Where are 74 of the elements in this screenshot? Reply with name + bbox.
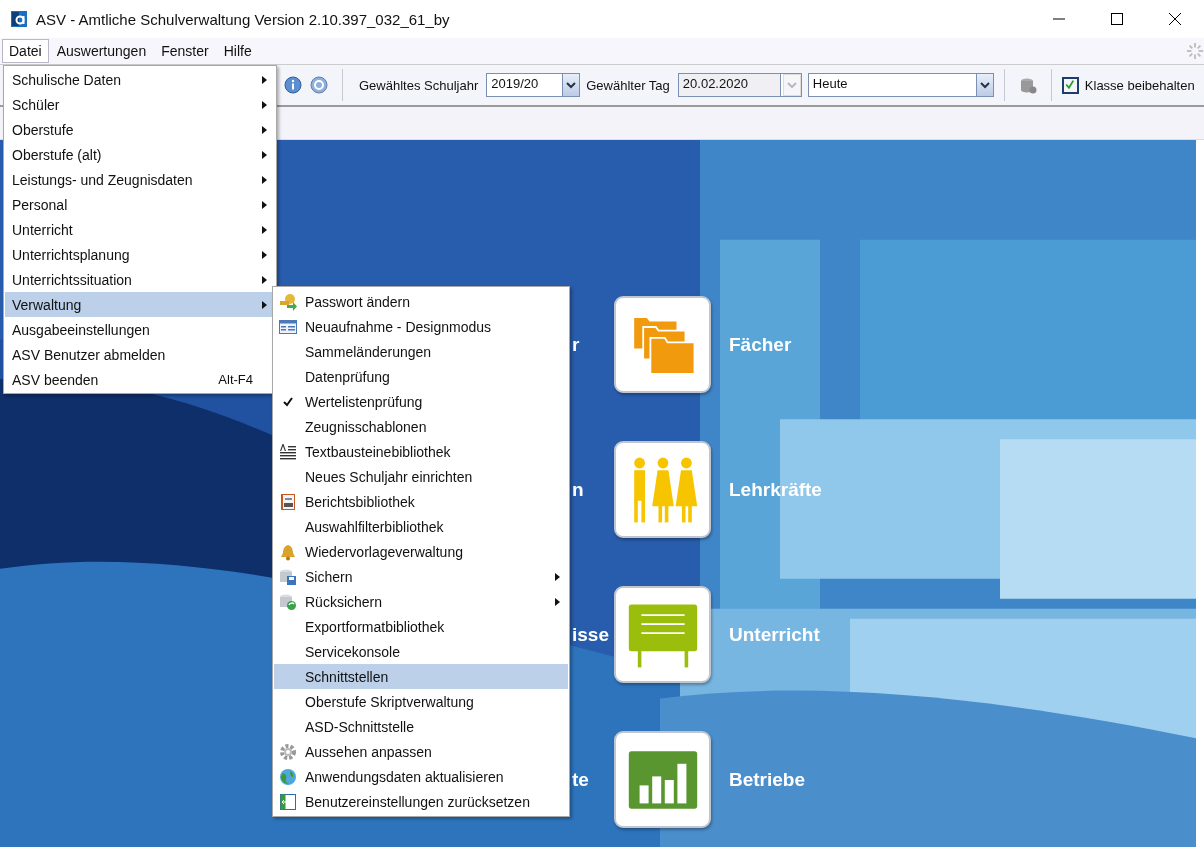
menu-item[interactable]: Auswertungen: [49, 39, 154, 63]
tile-label: Unterricht: [729, 623, 820, 646]
schuljahr-label: Gewähltes Schuljahr: [359, 77, 479, 93]
tile-button[interactable]: [614, 586, 711, 683]
key-icon: [279, 292, 297, 311]
check-icon: [283, 396, 293, 407]
menu-item[interactable]: Hilfe: [216, 39, 259, 63]
menu-item[interactable]: Oberstufe (alt): [5, 142, 275, 167]
menu-item[interactable]: Unterricht: [5, 217, 275, 242]
menu-item[interactable]: Fenster: [154, 39, 216, 63]
tile-label: Lehrkräfte: [729, 478, 822, 501]
menu-item[interactable]: Passwort ändern: [274, 289, 568, 314]
menu-item[interactable]: Datei: [2, 39, 49, 63]
spinner-icon: [1186, 42, 1204, 60]
menu-item[interactable]: Neues Schuljahr einrichten: [274, 464, 568, 489]
menu-item[interactable]: Sammeländerungen: [274, 339, 568, 364]
menu-item[interactable]: Sichern: [274, 564, 568, 589]
menu-item[interactable]: Servicekonsole: [274, 639, 568, 664]
window-title: ASV - Amtliche Schulverwaltung Version 2.10.397_032_61_by: [36, 10, 450, 28]
menu-item[interactable]: Schnittstellen: [274, 664, 568, 689]
tile-label: isse: [572, 623, 610, 646]
menu-item[interactable]: Schüler: [5, 92, 275, 117]
menu-item[interactable]: Schulische Daten: [5, 67, 275, 92]
bell-icon: [279, 542, 297, 561]
menu-item[interactable]: Oberstufe: [5, 117, 275, 142]
tile-label: r: [572, 333, 581, 356]
maximize-icon[interactable]: [1111, 13, 1123, 25]
menu-item[interactable]: Berichtsbibliothek: [274, 489, 568, 514]
tag-label: Gewählter Tag: [586, 77, 670, 93]
menu-item[interactable]: Verwaltung: [5, 292, 275, 317]
menu-item[interactable]: Zeugnisschablonen: [274, 414, 568, 439]
close-icon[interactable]: [1169, 13, 1181, 25]
menu-item[interactable]: Wiedervorlageverwaltung: [274, 539, 568, 564]
menu-item[interactable]: Benutzereinstellungen zurücksetzen: [274, 789, 568, 814]
info-icon[interactable]: [284, 76, 302, 94]
schuljahr-dropdown[interactable]: 2019/20: [486, 73, 581, 97]
menu-item[interactable]: Oberstufe Skriptverwaltung: [274, 689, 568, 714]
menu-item[interactable]: Wertelistenprüfung: [274, 389, 568, 414]
text-lines-icon: [279, 442, 297, 461]
disk-icon: [279, 567, 297, 586]
globe-icon: [279, 767, 297, 786]
tile-label: te: [572, 768, 590, 791]
klasse-checkbox[interactable]: Klasse beibehalten: [1061, 76, 1195, 94]
menu-item[interactable]: Personal: [5, 192, 275, 217]
tile-button[interactable]: [614, 731, 711, 828]
menu-item[interactable]: Neuaufnahme - Designmodus: [274, 314, 568, 339]
restore-icon: [279, 592, 297, 611]
menu-item[interactable]: Leistungs- und Zeugnisdaten: [5, 167, 275, 192]
app-logo-icon: [11, 11, 27, 27]
menu-item[interactable]: ASV Benutzer abmelden: [5, 342, 275, 367]
database-icon[interactable]: [1018, 76, 1037, 94]
menu-item[interactable]: ASD-Schnittstelle: [274, 714, 568, 739]
menu-item[interactable]: Unterrichtssituation: [5, 267, 275, 292]
menu-item[interactable]: Auswahlfilterbibliothek: [274, 514, 568, 539]
tile-button[interactable]: [614, 296, 711, 393]
menu-item[interactable]: Exportformatbibliothek: [274, 614, 568, 639]
tile-label: Fächer: [729, 333, 792, 356]
menu-item[interactable]: Rücksichern: [274, 589, 568, 614]
tile-label: Betriebe: [729, 768, 806, 791]
menu-item[interactable]: Textbausteinebibliothek: [274, 439, 568, 464]
tile-button[interactable]: [614, 441, 711, 538]
check-icon: [1063, 78, 1075, 90]
menu-item[interactable]: Aussehen anpassen: [274, 739, 568, 764]
view-dropdown[interactable]: Heute: [807, 73, 994, 97]
book-icon: [279, 492, 297, 511]
gear-icon: [279, 742, 297, 761]
window-reset-icon: [279, 792, 297, 811]
menu-item[interactable]: Anwendungsdaten aktualisieren: [274, 764, 568, 789]
menu-item[interactable]: ASV beenden Alt-F4: [5, 367, 275, 392]
menu-item[interactable]: Unterrichtsplanung: [5, 242, 275, 267]
menu-item[interactable]: Ausgabeeinstellungen: [5, 317, 275, 342]
tile-label: n: [572, 478, 585, 501]
form-icon: [279, 317, 297, 336]
menu-item[interactable]: Datenprüfung: [274, 364, 568, 389]
